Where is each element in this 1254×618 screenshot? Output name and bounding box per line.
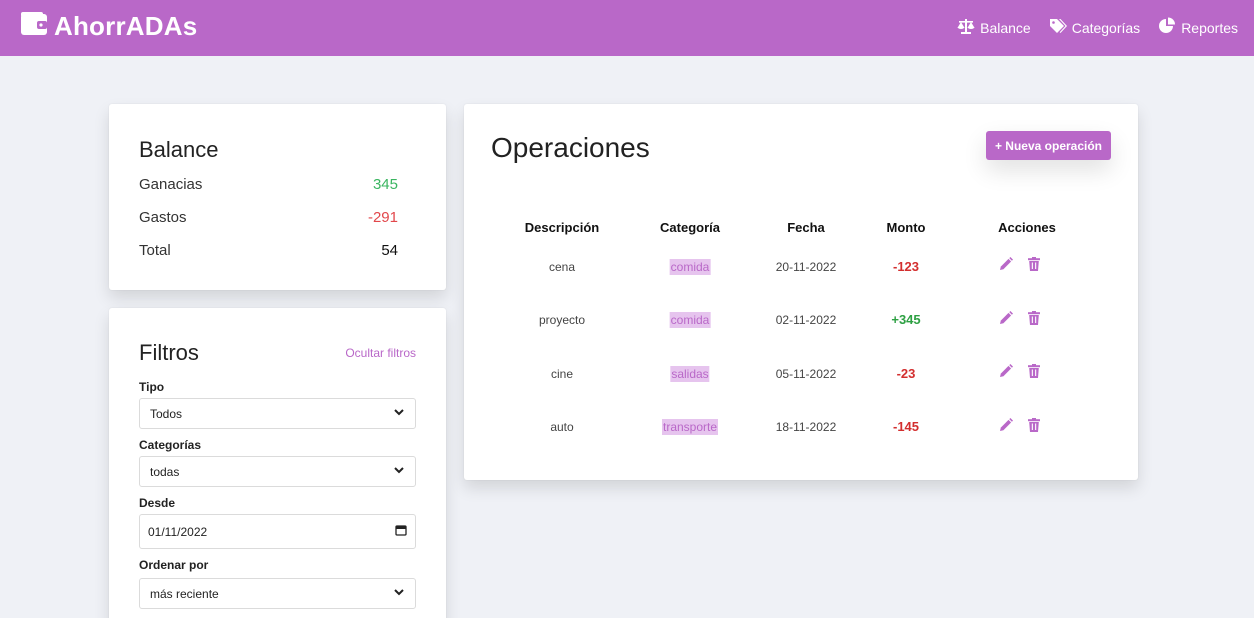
row-monto: -123 — [892, 259, 920, 274]
row-fecha: 18-11-2022 — [775, 420, 837, 434]
nav-item-balance[interactable]: Balance — [957, 17, 1031, 38]
category-tag: comida — [669, 259, 711, 275]
tipo-select[interactable]: Todos — [139, 398, 416, 429]
hide-filters-link[interactable]: Ocultar filtros — [345, 346, 416, 360]
column-header-descripcion: Descripción — [524, 220, 600, 235]
app-name: AhorrADAs — [54, 11, 198, 41]
desde-date-input[interactable]: 01/11/2022 — [139, 514, 416, 549]
row-monto: -23 — [896, 366, 916, 381]
balance-label: Gastos — [139, 209, 187, 226]
category-tag: salidas — [670, 366, 710, 382]
categorias-label: Categorías — [139, 438, 202, 452]
trash-icon[interactable] — [1026, 256, 1042, 272]
edit-icon[interactable] — [998, 310, 1014, 326]
wallet-icon — [20, 11, 48, 42]
edit-icon[interactable] — [998, 363, 1014, 379]
balance-row-total: Total 54 — [139, 242, 398, 259]
balance-value: 54 — [381, 242, 398, 259]
edit-icon[interactable] — [998, 256, 1014, 272]
desde-value: 01/11/2022 — [148, 524, 208, 539]
column-header-monto: Monto — [886, 220, 926, 235]
row-descripcion: cine — [550, 367, 574, 381]
balance-label: Total — [139, 242, 171, 259]
pie-chart-icon — [1158, 17, 1181, 38]
category-tag: comida — [669, 312, 711, 328]
ordenar-label: Ordenar por — [139, 558, 209, 572]
balance-row-gastos: Gastos -291 — [139, 209, 398, 226]
tipo-label: Tipo — [139, 380, 165, 394]
column-header-fecha: Fecha — [787, 220, 825, 235]
nav-links: Balance Categorías Reportes — [939, 17, 1238, 38]
row-descripcion: proyecto — [538, 313, 586, 327]
operations-title: Operaciones — [491, 132, 650, 163]
row-fecha: 05-11-2022 — [775, 367, 837, 381]
chevron-down-icon — [393, 406, 405, 421]
balance-title: Balance — [139, 137, 219, 162]
trash-icon[interactable] — [1026, 363, 1042, 379]
trash-icon[interactable] — [1026, 417, 1042, 433]
row-descripcion: auto — [550, 420, 574, 434]
filters-title: Filtros — [139, 340, 199, 365]
balance-value: 345 — [372, 176, 398, 193]
new-operation-button[interactable]: + Nueva operación — [986, 131, 1111, 160]
balance-label: Ganacias — [139, 176, 203, 193]
navbar: AhorrADAs Balance Categorías Reportes — [0, 0, 1254, 56]
row-fecha: 20-11-2022 — [775, 260, 837, 274]
categorias-value: todas — [150, 464, 180, 479]
brand[interactable]: AhorrADAs — [20, 11, 197, 42]
tipo-value: Todos — [150, 406, 183, 421]
balance-row-ganancias: Ganacias 345 — [139, 176, 398, 193]
row-descripcion: cena — [548, 260, 576, 274]
edit-icon[interactable] — [998, 417, 1014, 433]
balance-value: -291 — [367, 209, 398, 226]
nav-reportes-label: Reportes — [1181, 19, 1238, 36]
calendar-icon[interactable] — [395, 524, 407, 539]
category-tag: transporte — [661, 419, 719, 435]
balance-scale-icon — [957, 17, 980, 38]
row-monto: +345 — [891, 312, 921, 327]
chevron-down-icon — [393, 464, 405, 479]
nav-balance-label: Balance — [980, 19, 1031, 36]
ordenar-select[interactable]: más reciente — [139, 578, 416, 609]
column-header-acciones: Acciones — [998, 220, 1056, 235]
operations-card: Operaciones + Nueva operación Descripció… — [464, 104, 1138, 480]
row-fecha: 02-11-2022 — [775, 313, 837, 327]
row-monto: -145 — [892, 419, 920, 434]
trash-icon[interactable] — [1026, 310, 1042, 326]
tags-icon — [1049, 17, 1072, 38]
categorias-select[interactable]: todas — [139, 456, 416, 487]
nav-item-reportes[interactable]: Reportes — [1158, 17, 1238, 38]
column-header-categoria: Categoría — [660, 220, 720, 235]
nav-item-categorias[interactable]: Categorías — [1049, 17, 1140, 38]
filters-card: Filtros Ocultar filtros Tipo Todos Categ… — [109, 308, 446, 618]
ordenar-value: más reciente — [150, 586, 219, 601]
desde-label: Desde — [139, 496, 176, 510]
nav-categorias-label: Categorías — [1071, 19, 1141, 36]
chevron-down-icon — [393, 586, 405, 601]
balance-card: Balance Ganacias 345 Gastos -291 Total 5… — [109, 104, 446, 290]
